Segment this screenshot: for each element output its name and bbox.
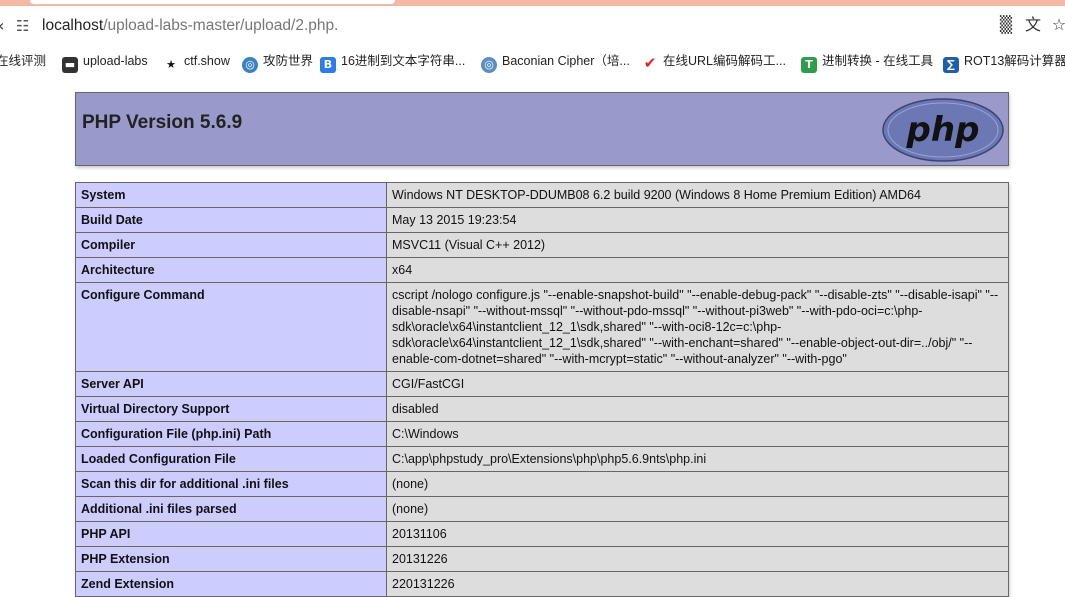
row-value: (none) [386,496,1009,522]
back-icon[interactable]: ‹ [0,16,4,35]
row-value: cscript /nologo configure.js "--enable-s… [386,282,1009,372]
url-text[interactable]: localhost/upload-labs-master/upload/2.ph… [42,17,338,35]
table-row: PHP Extension 20131226 [75,546,1009,572]
table-row: Configure Command cscript /nologo configu… [75,282,1009,372]
row-key: Scan this dir for additional .ini files [75,471,387,497]
bookmark-item[interactable]: T 进制转换 - 在线工具 [801,52,933,73]
bookmarks-bar: 在线评测 ▬ upload-labs ★ ctf.show ◎ 攻防世界 B 16进制到… [0,46,1065,76]
bookmark-item[interactable]: ✔ 在线URL编码解码工... [642,52,786,72]
bookmark-item[interactable]: ∑ ROT13解码计算器 [943,52,1065,73]
row-key: Compiler [75,232,387,258]
row-key: Virtual Directory Support [75,396,387,422]
php-logo-text: php [906,110,980,150]
page-content: PHP Version 5.6.9 php System Windows NT D… [0,76,1065,597]
row-key: System [75,182,387,208]
qr-code-icon[interactable]: ▒ [997,16,1015,34]
address-bar[interactable]: ‹ ☷ localhost/upload-labs-master/upload/… [0,6,1065,46]
row-value: 220131226 [386,571,1009,597]
b-logo-icon: B [320,57,336,73]
row-value: MSVC11 (Visual C++ 2012) [386,232,1009,258]
row-key: PHP API [75,521,387,547]
row-value: CGI/FastCGI [386,371,1009,397]
row-value: 20131106 [386,521,1009,547]
table-row: Virtual Directory Support disabled [75,396,1009,422]
table-row: Server API CGI/FastCGI [75,371,1009,397]
bookmark-item[interactable]: 在线评测 [0,52,46,70]
globe-icon: ◎ [481,57,497,73]
table-row: Zend Extension 220131226 [75,571,1009,597]
php-logo[interactable]: php [882,98,1004,162]
bookmark-item[interactable]: ★ ctf.show [163,52,230,71]
bookmark-item[interactable]: ▬ upload-labs [62,52,148,73]
row-value: 20131226 [386,546,1009,572]
row-key: Loaded Configuration File [75,446,387,472]
row-key: Server API [75,371,387,397]
row-key: Architecture [75,257,387,283]
folder-icon: ▬ [62,57,78,73]
checkmark-icon: ✔ [643,54,657,72]
site-info-icon[interactable]: ☷ [16,17,29,35]
row-key: PHP Extension [75,546,387,572]
t-logo-icon: T [801,57,817,73]
row-value: May 13 2015 19:23:54 [386,207,1009,233]
row-key: Additional .ini files parsed [75,496,387,522]
table-row: Build Date May 13 2015 19:23:54 [75,207,1009,233]
row-key: Zend Extension [75,571,387,597]
active-tab-edge[interactable] [30,0,395,4]
row-key: Configuration File (php.ini) Path [75,421,387,447]
page-title: PHP Version 5.6.9 [82,112,243,133]
row-value: Windows NT DESKTOP-DDUMB08 6.2 build 920… [386,182,1009,208]
row-value: x64 [386,257,1009,283]
calc-icon: ∑ [943,57,959,73]
row-value: C:\app\phpstudy_pro\Extensions\php\php5.… [386,446,1009,472]
url-path: /upload-labs-master/upload/2.php. [103,17,339,34]
globe-icon: ◎ [242,57,258,73]
table-row: PHP API 20131106 [75,521,1009,547]
table-row: Compiler MSVC11 (Visual C++ 2012) [75,232,1009,258]
php-info-table: System Windows NT DESKTOP-DDUMB08 6.2 bui… [75,182,1009,597]
bookmark-item[interactable]: ◎ Baconian Cipher（培... [481,52,630,73]
table-row: Architecture x64 [75,257,1009,283]
bookmark-item[interactable]: ◎ 攻防世界 [242,52,313,73]
table-row: Additional .ini files parsed (none) [75,496,1009,522]
row-value: C:\Windows [386,421,1009,447]
row-value: disabled [386,396,1009,422]
row-value: (none) [386,471,1009,497]
table-row: Loaded Configuration File C:\app\phpstudy… [75,446,1009,472]
row-key: Build Date [75,207,387,233]
table-row: Configuration File (php.ini) Path C:\Wind… [75,421,1009,447]
runner-icon: ★ [166,58,176,71]
table-row: Scan this dir for additional .ini files(… [75,471,1009,497]
url-host: localhost [42,17,104,34]
translate-icon[interactable]: 文 [1024,16,1042,34]
php-version-header: PHP Version 5.6.9 php [75,92,1009,166]
star-icon[interactable]: ☆ [1050,16,1065,34]
table-row: System Windows NT DESKTOP-DDUMB08 6.2 bui… [75,182,1009,208]
bookmark-item[interactable]: B 16进制到文本字符串... [320,52,465,73]
row-key: Configure Command [75,282,387,372]
